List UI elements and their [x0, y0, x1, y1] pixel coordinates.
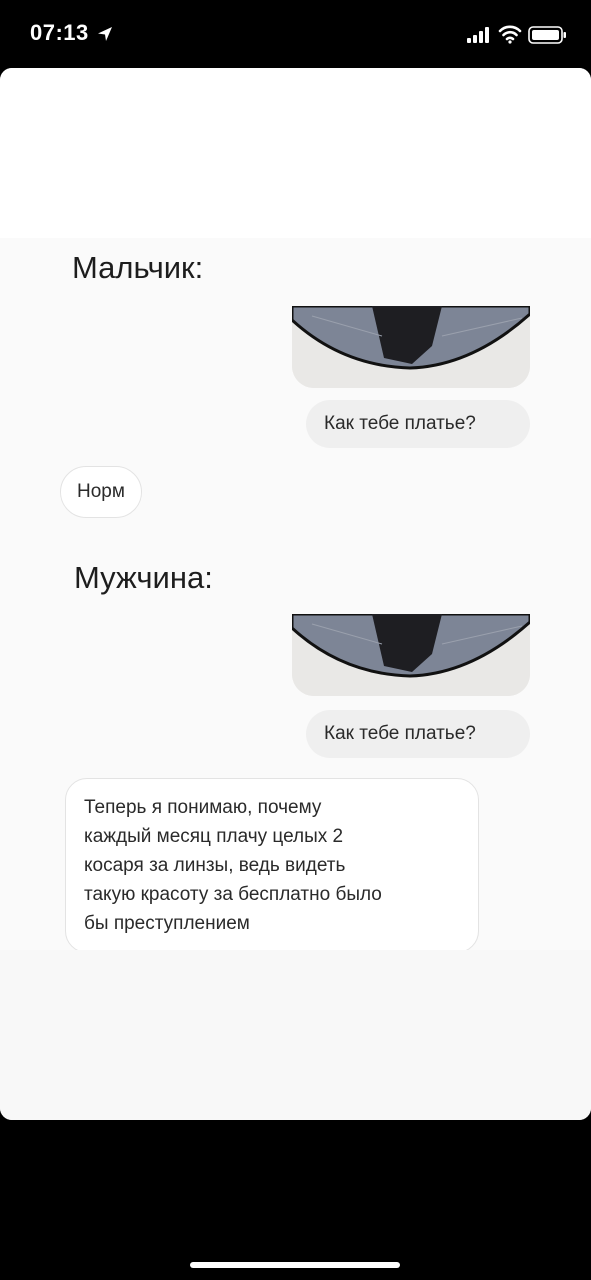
reply-text-line: такую красоту за бесплатно было [84, 884, 382, 905]
section-title-boy: Мальчик: [72, 250, 204, 285]
location-arrow-icon [98, 27, 112, 41]
reply-text-line: косаря за линзы, ведь видеть [84, 855, 346, 876]
reply-text-line: каждый месяц плачу целых 2 [84, 826, 344, 847]
reply-text-line: бы преступлением [84, 913, 250, 934]
meme-image: Мальчик: Как тебе платье? Норм Мужчина: [0, 238, 591, 953]
outgoing-message-bubble: Как тебе платье? [306, 400, 530, 448]
home-indicator[interactable] [190, 1262, 400, 1268]
reply-message-bubble: Теперь я понимаю, почему каждый месяц пл… [65, 778, 479, 953]
reply-message-bubble: Норм [60, 466, 142, 518]
sheet-top-blank [0, 68, 591, 238]
section-title-man: Мужчина: [74, 560, 213, 595]
sheet-bottom-blank [0, 950, 591, 1120]
dress-photo-thumbnail [292, 306, 530, 388]
reply-text-line: Теперь я понимаю, почему [84, 797, 322, 818]
cellular-signal-icon [467, 27, 489, 43]
content-sheet[interactable]: Мальчик: Как тебе платье? Норм Мужчина: [0, 68, 591, 1120]
battery-icon [528, 26, 566, 44]
wifi-icon [498, 25, 522, 44]
outgoing-message-bubble: Как тебе платье? [306, 710, 530, 758]
dress-photo-thumbnail [292, 614, 530, 696]
status-time: 07:13 [30, 20, 89, 45]
status-bar: 07:13 [0, 0, 591, 68]
